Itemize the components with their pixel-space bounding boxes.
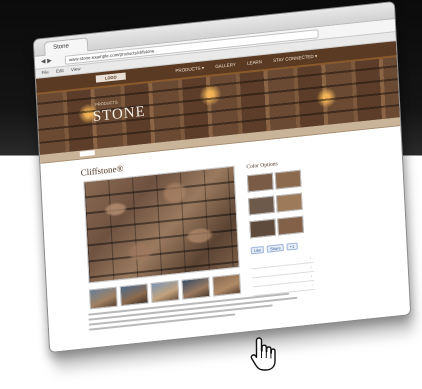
nav-products[interactable]: PRODUCTS ▾ (175, 65, 204, 73)
hero-kicker: PRODUCTS (95, 99, 118, 107)
product-title: Cliffstone® (80, 163, 124, 178)
color-swatch[interactable] (248, 195, 275, 216)
menu-edit[interactable]: Edit (56, 68, 64, 74)
share-buttons: Like Share +1 (250, 241, 313, 255)
hero-title: STONE (92, 103, 147, 126)
swatch-item[interactable] (277, 215, 304, 237)
color-swatch[interactable] (246, 172, 274, 193)
nav-learn[interactable]: LEARN (247, 59, 262, 66)
thumbnail[interactable] (88, 286, 118, 310)
thumbnail[interactable] (119, 283, 149, 307)
like-button[interactable]: Like (250, 245, 265, 255)
swatch-item[interactable] (249, 218, 277, 240)
subnav-tab-1[interactable] (79, 150, 95, 157)
color-swatch[interactable] (277, 215, 304, 236)
plus-one-button[interactable]: +1 (286, 242, 298, 251)
back-forward-icons[interactable]: ◀ ▶ (41, 57, 52, 65)
sidebar-links (251, 253, 315, 297)
nav-stay-connected[interactable]: STAY CONNECTED ▾ (273, 53, 317, 63)
thumbnail[interactable] (212, 273, 242, 297)
thumbnail[interactable] (150, 280, 180, 304)
page-content: Cliffstone® Color Options Like Share +1 … (40, 126, 411, 354)
swatch-item[interactable] (248, 195, 275, 217)
menu-view[interactable]: View (71, 66, 81, 72)
browser-window: Stone ◀ ▶ www.stone.example.com/products… (32, 0, 412, 354)
swatch-item[interactable] (275, 192, 303, 214)
color-swatch[interactable] (249, 218, 277, 239)
hand-pointer-icon (250, 337, 276, 371)
product-main-photo[interactable] (83, 165, 240, 284)
color-swatch[interactable] (275, 192, 303, 213)
share-button[interactable]: Share (266, 243, 284, 253)
nav-gallery[interactable]: GALLERY (215, 62, 236, 69)
menu-file[interactable]: File (41, 70, 48, 76)
thumbnail[interactable] (181, 276, 211, 300)
color-options-sidebar: Color Options Like Share +1 › › › › (246, 158, 315, 297)
color-options-title: Color Options (246, 161, 278, 171)
site-logo[interactable]: LOGO (95, 72, 126, 83)
swatch-grid (246, 169, 312, 240)
swatch-item[interactable] (274, 169, 302, 191)
color-swatch[interactable] (274, 169, 302, 190)
swatch-item[interactable] (246, 172, 274, 194)
